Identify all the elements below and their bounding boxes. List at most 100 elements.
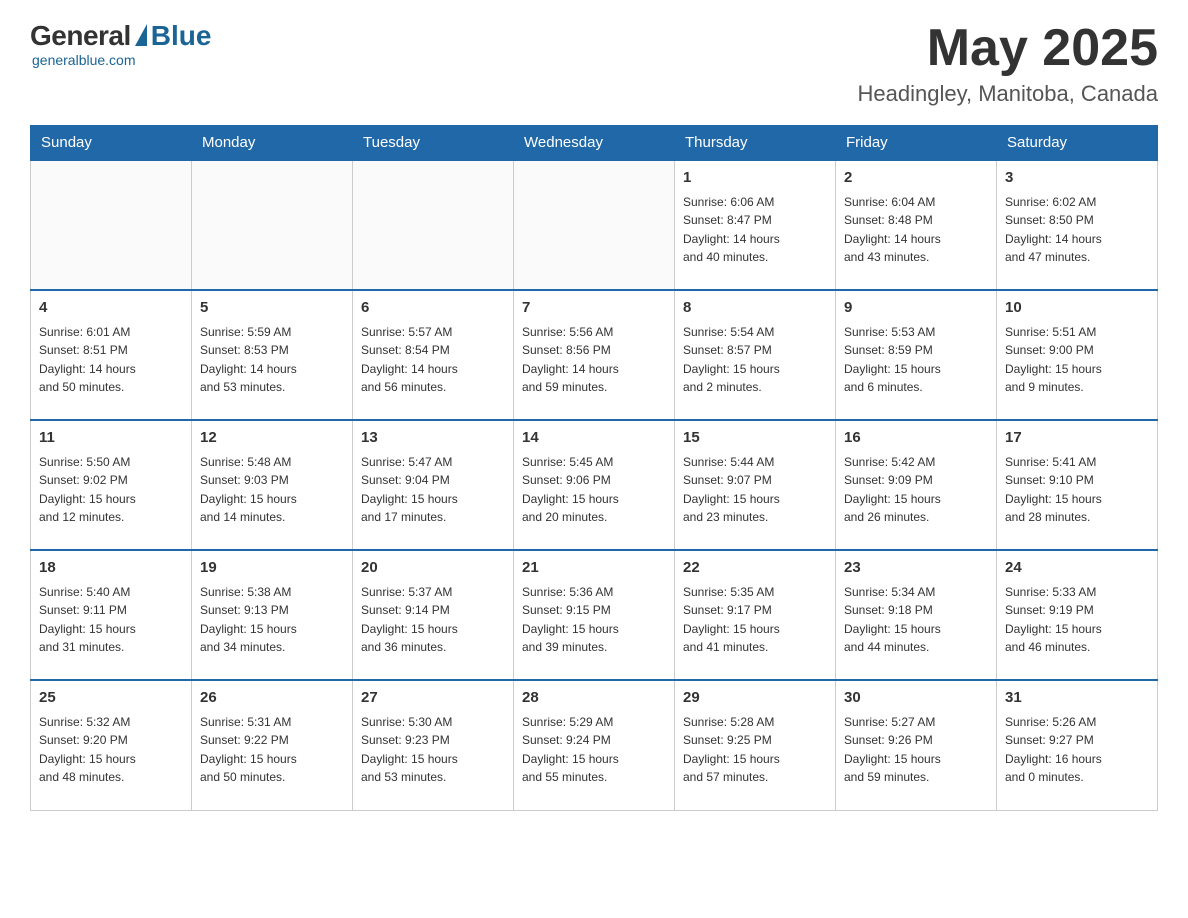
day-info: Sunrise: 5:29 AM Sunset: 9:24 PM Dayligh… xyxy=(522,713,666,787)
calendar-cell: 14Sunrise: 5:45 AM Sunset: 9:06 PM Dayli… xyxy=(514,420,675,550)
calendar-cell: 28 Sunrise: 5:29 AM Sunset: 9:24 PM Dayli… xyxy=(514,680,675,810)
weekday-header-monday: Monday xyxy=(192,126,353,161)
day-number: 27 xyxy=(361,687,505,710)
day-info: Sunrise: 5:47 AM Sunset: 9:04 PM Dayligh… xyxy=(361,453,505,527)
calendar-cell: 22 Sunrise: 5:35 AM Sunset: 9:17 PM Dayli… xyxy=(675,550,836,680)
day-number: 13 xyxy=(361,427,505,450)
day-number: 4 xyxy=(39,297,183,320)
week-row-5: 25 Sunrise: 5:32 AM Sunset: 9:20 PM Dayli… xyxy=(31,680,1158,810)
logo-general-text: General xyxy=(30,20,131,52)
day-number: 22 xyxy=(683,557,827,580)
day-number: 21 xyxy=(522,557,666,580)
day-info: Sunrise: 5:36 AM Sunset: 9:15 PM Dayligh… xyxy=(522,583,666,657)
calendar-cell: 15 Sunrise: 5:44 AM Sunset: 9:07 PM Dayli… xyxy=(675,420,836,550)
day-number: 29 xyxy=(683,687,827,710)
calendar-cell: 27 Sunrise: 5:30 AM Sunset: 9:23 PM Dayli… xyxy=(353,680,514,810)
calendar-cell: 5 Sunrise: 5:59 AM Sunset: 8:53 PM Daylig… xyxy=(192,290,353,420)
day-number: 3 xyxy=(1005,167,1149,190)
day-number: 9 xyxy=(844,297,988,320)
day-info: Sunrise: 5:37 AM Sunset: 9:14 PM Dayligh… xyxy=(361,583,505,657)
calendar-cell: 9 Sunrise: 5:53 AM Sunset: 8:59 PM Daylig… xyxy=(836,290,997,420)
day-number: 11 xyxy=(39,427,183,450)
day-info: Sunrise: 5:34 AM Sunset: 9:18 PM Dayligh… xyxy=(844,583,988,657)
day-number: 30 xyxy=(844,687,988,710)
calendar-cell: 1 Sunrise: 6:06 AM Sunset: 8:47 PM Daylig… xyxy=(675,160,836,290)
day-number: 24 xyxy=(1005,557,1149,580)
logo-triangle-icon xyxy=(135,24,147,46)
calendar-cell: 21 Sunrise: 5:36 AM Sunset: 9:15 PM Dayli… xyxy=(514,550,675,680)
day-info: Sunrise: 5:57 AM Sunset: 8:54 PM Dayligh… xyxy=(361,323,505,397)
week-row-3: 11 Sunrise: 5:50 AM Sunset: 9:02 PM Dayli… xyxy=(31,420,1158,550)
day-info: Sunrise: 5:44 AM Sunset: 9:07 PM Dayligh… xyxy=(683,453,827,527)
day-number: 5 xyxy=(200,297,344,320)
day-number: 28 xyxy=(522,687,666,710)
day-info: Sunrise: 5:53 AM Sunset: 8:59 PM Dayligh… xyxy=(844,323,988,397)
page-header: General Blue generalblue.com May 2025 He… xyxy=(30,20,1158,107)
day-info: Sunrise: 5:35 AM Sunset: 9:17 PM Dayligh… xyxy=(683,583,827,657)
calendar-cell: 29 Sunrise: 5:28 AM Sunset: 9:25 PM Dayli… xyxy=(675,680,836,810)
calendar-cell: 8 Sunrise: 5:54 AM Sunset: 8:57 PM Daylig… xyxy=(675,290,836,420)
day-info: Sunrise: 5:42 AM Sunset: 9:09 PM Dayligh… xyxy=(844,453,988,527)
day-info: Sunrise: 6:01 AM Sunset: 8:51 PM Dayligh… xyxy=(39,323,183,397)
day-info: Sunrise: 5:33 AM Sunset: 9:19 PM Dayligh… xyxy=(1005,583,1149,657)
day-number: 31 xyxy=(1005,687,1149,710)
calendar-cell: 17Sunrise: 5:41 AM Sunset: 9:10 PM Dayli… xyxy=(997,420,1158,550)
calendar-cell: 24 Sunrise: 5:33 AM Sunset: 9:19 PM Dayli… xyxy=(997,550,1158,680)
calendar-cell: 2 Sunrise: 6:04 AM Sunset: 8:48 PM Daylig… xyxy=(836,160,997,290)
calendar-cell: 6 Sunrise: 5:57 AM Sunset: 8:54 PM Daylig… xyxy=(353,290,514,420)
calendar-cell xyxy=(514,160,675,290)
day-info: Sunrise: 5:50 AM Sunset: 9:02 PM Dayligh… xyxy=(39,453,183,527)
calendar-cell xyxy=(192,160,353,290)
calendar-cell: 11 Sunrise: 5:50 AM Sunset: 9:02 PM Dayli… xyxy=(31,420,192,550)
day-info: Sunrise: 5:54 AM Sunset: 8:57 PM Dayligh… xyxy=(683,323,827,397)
day-number: 12 xyxy=(200,427,344,450)
day-number: 7 xyxy=(522,297,666,320)
day-number: 15 xyxy=(683,427,827,450)
day-number: 23 xyxy=(844,557,988,580)
day-number: 2 xyxy=(844,167,988,190)
day-number: 14 xyxy=(522,427,666,450)
day-number: 16 xyxy=(844,427,988,450)
calendar-cell: 19Sunrise: 5:38 AM Sunset: 9:13 PM Dayli… xyxy=(192,550,353,680)
weekday-header-thursday: Thursday xyxy=(675,126,836,161)
week-row-1: 1 Sunrise: 6:06 AM Sunset: 8:47 PM Daylig… xyxy=(31,160,1158,290)
day-number: 17 xyxy=(1005,427,1149,450)
calendar-cell: 3 Sunrise: 6:02 AM Sunset: 8:50 PM Daylig… xyxy=(997,160,1158,290)
calendar-cell: 16 Sunrise: 5:42 AM Sunset: 9:09 PM Dayli… xyxy=(836,420,997,550)
day-number: 8 xyxy=(683,297,827,320)
day-info: Sunrise: 5:28 AM Sunset: 9:25 PM Dayligh… xyxy=(683,713,827,787)
calendar-cell: 10Sunrise: 5:51 AM Sunset: 9:00 PM Dayli… xyxy=(997,290,1158,420)
calendar-cell xyxy=(353,160,514,290)
day-info: Sunrise: 5:48 AM Sunset: 9:03 PM Dayligh… xyxy=(200,453,344,527)
day-number: 19 xyxy=(200,557,344,580)
day-number: 26 xyxy=(200,687,344,710)
day-info: Sunrise: 6:02 AM Sunset: 8:50 PM Dayligh… xyxy=(1005,193,1149,267)
day-number: 1 xyxy=(683,167,827,190)
day-number: 6 xyxy=(361,297,505,320)
week-row-4: 18Sunrise: 5:40 AM Sunset: 9:11 PM Dayli… xyxy=(31,550,1158,680)
day-info: Sunrise: 5:40 AM Sunset: 9:11 PM Dayligh… xyxy=(39,583,183,657)
weekday-header-wednesday: Wednesday xyxy=(514,126,675,161)
day-info: Sunrise: 5:59 AM Sunset: 8:53 PM Dayligh… xyxy=(200,323,344,397)
calendar-cell: 23 Sunrise: 5:34 AM Sunset: 9:18 PM Dayli… xyxy=(836,550,997,680)
title-block: May 2025 Headingley, Manitoba, Canada xyxy=(858,20,1158,107)
day-number: 20 xyxy=(361,557,505,580)
day-info: Sunrise: 5:26 AM Sunset: 9:27 PM Dayligh… xyxy=(1005,713,1149,787)
calendar-cell: 4 Sunrise: 6:01 AM Sunset: 8:51 PM Daylig… xyxy=(31,290,192,420)
day-number: 25 xyxy=(39,687,183,710)
day-info: Sunrise: 6:04 AM Sunset: 8:48 PM Dayligh… xyxy=(844,193,988,267)
day-info: Sunrise: 5:31 AM Sunset: 9:22 PM Dayligh… xyxy=(200,713,344,787)
calendar-cell: 31 Sunrise: 5:26 AM Sunset: 9:27 PM Dayli… xyxy=(997,680,1158,810)
weekday-header-friday: Friday xyxy=(836,126,997,161)
day-info: Sunrise: 5:56 AM Sunset: 8:56 PM Dayligh… xyxy=(522,323,666,397)
calendar-cell: 26 Sunrise: 5:31 AM Sunset: 9:22 PM Dayli… xyxy=(192,680,353,810)
weekday-header-sunday: Sunday xyxy=(31,126,192,161)
calendar-cell: 20 Sunrise: 5:37 AM Sunset: 9:14 PM Dayli… xyxy=(353,550,514,680)
day-info: Sunrise: 6:06 AM Sunset: 8:47 PM Dayligh… xyxy=(683,193,827,267)
month-year-title: May 2025 xyxy=(858,20,1158,77)
day-info: Sunrise: 5:32 AM Sunset: 9:20 PM Dayligh… xyxy=(39,713,183,787)
day-info: Sunrise: 5:30 AM Sunset: 9:23 PM Dayligh… xyxy=(361,713,505,787)
logo: General Blue generalblue.com xyxy=(30,20,211,68)
location-subtitle: Headingley, Manitoba, Canada xyxy=(858,81,1158,107)
calendar-cell xyxy=(31,160,192,290)
